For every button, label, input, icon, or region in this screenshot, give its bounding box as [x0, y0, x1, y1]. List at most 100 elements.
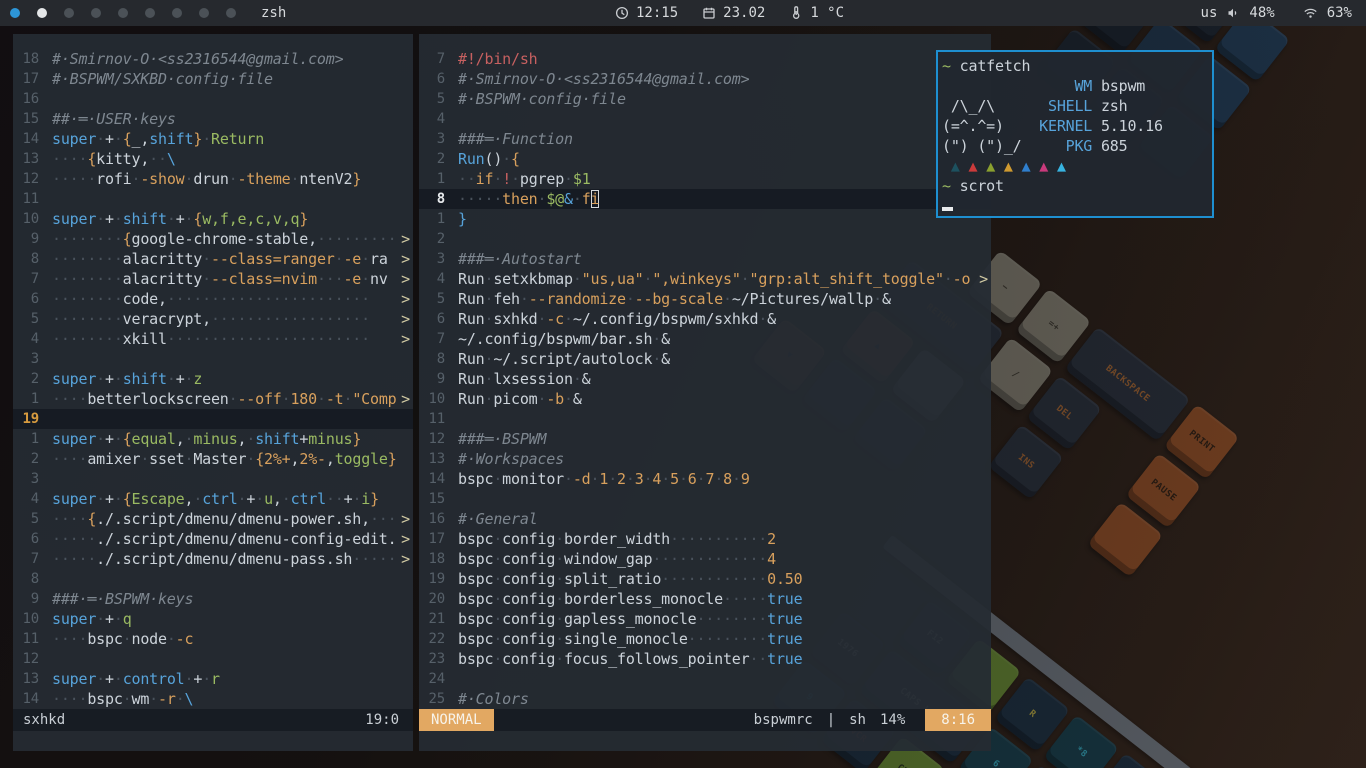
code-line[interactable]: 4Run·setxkbmap·"us,ua"·",winkeys"·"grp:a… — [419, 269, 991, 289]
line-number: 14 — [419, 469, 458, 489]
bar-center-module: 12:15 23.02 1 °C — [615, 0, 844, 26]
code-line[interactable]: 7········alacritty·--class=nvim···-e·nv> — [13, 269, 413, 289]
line-number: 11 — [13, 189, 52, 209]
code-line[interactable]: 15##·═·USER·keys — [13, 109, 413, 129]
code-line[interactable]: 4········xkill·······················> — [13, 329, 413, 349]
code-line[interactable]: 16#·General — [419, 509, 991, 529]
code-line[interactable]: 16 — [13, 89, 413, 109]
workspace-dot-empty[interactable] — [91, 8, 101, 18]
code-line[interactable]: 3 — [13, 469, 413, 489]
line-number: 19 — [419, 569, 458, 589]
code-line[interactable]: 13super·+·control·+·r — [13, 669, 413, 689]
code-line[interactable]: 2super·+·shift·+·z — [13, 369, 413, 389]
code-line[interactable]: 8Run·~/.script/autolock·& — [419, 349, 991, 369]
line-number: 2 — [419, 229, 458, 249]
code-line[interactable]: 20bspc·config·borderless_monocle·····tru… — [419, 589, 991, 609]
code-line-current[interactable]: 19 — [13, 409, 413, 429]
code-line[interactable]: 7·····./.script/dmenu/dmenu-pass.sh·····… — [13, 549, 413, 569]
code-line[interactable]: 10super·+·q — [13, 609, 413, 629]
code-line[interactable]: 17#·BSPWM/SXKBD·config·file — [13, 69, 413, 89]
code-line[interactable]: 10Run·picom·-b·& — [419, 389, 991, 409]
code-line[interactable]: 23bspc·config·focus_follows_pointer··tru… — [419, 649, 991, 669]
code-line[interactable]: 8 — [13, 569, 413, 589]
code-line[interactable]: 5····{./.script/dmenu/dmenu-power.sh,···… — [13, 509, 413, 529]
code-line[interactable]: 1··if·!·pgrep·$1 — [419, 169, 991, 189]
code-line[interactable]: 14super·+·{_,shift}·Return — [13, 129, 413, 149]
workspace-dot-occupied[interactable] — [37, 8, 47, 18]
left-editor-buffer[interactable]: 18#·Smirnov-O·<ss2316544@gmail.com>17#·B… — [13, 34, 413, 709]
code-line[interactable]: 11 — [419, 409, 991, 429]
code-line[interactable]: 10super·+·shift·+·{w,f,e,c,v,q} — [13, 209, 413, 229]
workspace-dot-empty[interactable] — [64, 8, 74, 18]
code-line[interactable]: 11····bspc·node·-c — [13, 629, 413, 649]
code-line[interactable]: 6·····./.script/dmenu/dmenu-config-edit.… — [13, 529, 413, 549]
code-line[interactable]: 4 — [419, 109, 991, 129]
floating-terminal[interactable]: ~ catfetch WM bspwm /\_/\ SHELL zsh(=^.^… — [936, 50, 1214, 218]
code-line[interactable]: 22bspc·config·single_monocle·········tru… — [419, 629, 991, 649]
line-number: 6 — [13, 529, 52, 549]
code-line[interactable]: 14bspc·monitor·-d·1·2·3·4·5·6·7·8·9 — [419, 469, 991, 489]
line-number: 1 — [419, 169, 458, 189]
code-line[interactable]: 5Run·feh·--randomize·--bg-scale·~/Pictur… — [419, 289, 991, 309]
code-line[interactable]: 9Run·lxsession·& — [419, 369, 991, 389]
code-line[interactable]: 7#!/bin/sh — [419, 49, 991, 69]
wifi-level[interactable]: 63% — [1327, 5, 1352, 21]
code-line[interactable]: 24 — [419, 669, 991, 689]
code-line[interactable]: 11 — [13, 189, 413, 209]
code-line[interactable]: 2····amixer·sset·Master·{2%+,2%-,toggle} — [13, 449, 413, 469]
code-line-current[interactable]: 8·····then·$@&·fi — [419, 189, 991, 209]
workspace-dot-empty[interactable] — [226, 8, 236, 18]
code-line[interactable]: 3###═·Autostart — [419, 249, 991, 269]
thermometer-icon — [789, 6, 803, 20]
code-line[interactable]: 18#·Smirnov-O·<ss2316544@gmail.com> — [13, 49, 413, 69]
line-number: 1 — [13, 389, 52, 409]
code-line[interactable]: 5#·BSPWM·config·file — [419, 89, 991, 109]
line-number: 11 — [419, 409, 458, 429]
volume-icon[interactable] — [1226, 6, 1240, 20]
code-line[interactable]: 12 — [13, 649, 413, 669]
keyboard-layout[interactable]: us — [1201, 5, 1218, 21]
code-line[interactable]: 2Run()·{ — [419, 149, 991, 169]
code-line[interactable]: 3###═·Function — [419, 129, 991, 149]
wifi-icon[interactable] — [1303, 6, 1318, 20]
code-line[interactable]: 1} — [419, 209, 991, 229]
code-line[interactable]: 25#·Colors — [419, 689, 991, 709]
code-line[interactable]: 4super·+·{Escape,·ctrl·+·u,·ctrl··+·i} — [13, 489, 413, 509]
code-line[interactable]: 19bspc·config·split_ratio············0.5… — [419, 569, 991, 589]
line-number: 8 — [13, 569, 52, 589]
code-line[interactable]: 17bspc·config·border_width···········2 — [419, 529, 991, 549]
code-line[interactable]: 12###═·BSPWM — [419, 429, 991, 449]
code-line[interactable]: 1····betterlockscreen·--off·180·-t·"Comp… — [13, 389, 413, 409]
code-line[interactable]: 7~/.config/bspwm/bar.sh·& — [419, 329, 991, 349]
code-line[interactable]: 6#·Smirnov-O·<ss2316544@gmail.com> — [419, 69, 991, 89]
workspace-dot-empty[interactable] — [145, 8, 155, 18]
line-number: 15 — [419, 489, 458, 509]
volume-level[interactable]: 48% — [1249, 5, 1274, 21]
code-line[interactable]: 5········veracrypt,··················> — [13, 309, 413, 329]
line-number: 12 — [419, 429, 458, 449]
code-line[interactable]: 9###·═·BSPWM·keys — [13, 589, 413, 609]
code-line[interactable]: 21bspc·config·gapless_monocle········tru… — [419, 609, 991, 629]
workspace-dot-empty[interactable] — [199, 8, 209, 18]
line-number: 5 — [419, 89, 458, 109]
code-line[interactable]: 6Run·sxhkd·-c·~/.config/bspwm/sxhkd·& — [419, 309, 991, 329]
code-line[interactable]: 6········code,·······················> — [13, 289, 413, 309]
calendar-icon — [702, 6, 716, 20]
workspace-dot-focused[interactable] — [10, 8, 20, 18]
code-line[interactable]: 12·····rofi·-show·drun·-theme·ntenV2} — [13, 169, 413, 189]
code-line[interactable]: 15 — [419, 489, 991, 509]
code-line[interactable]: 18bspc·config·window_gap·············4 — [419, 549, 991, 569]
code-line[interactable]: 2 — [419, 229, 991, 249]
code-line[interactable]: 14····bspc·wm·-r·\ — [13, 689, 413, 709]
terminal-line: ~ catfetch — [942, 56, 1212, 76]
code-line[interactable]: 9········{google-chrome-stable,·········… — [13, 229, 413, 249]
workspace-dot-empty[interactable] — [118, 8, 128, 18]
code-line[interactable]: 1super·+·{equal,·minus,·shift+minus} — [13, 429, 413, 449]
code-line[interactable]: 13····{kitty,··\ — [13, 149, 413, 169]
code-line[interactable]: 8········alacritty·--class=ranger·-e·ra> — [13, 249, 413, 269]
workspace-dot-empty[interactable] — [172, 8, 182, 18]
right-editor-buffer[interactable]: 7#!/bin/sh6#·Smirnov-O·<ss2316544@gmail.… — [419, 34, 991, 709]
code-line[interactable]: 13#·Workspaces — [419, 449, 991, 469]
line-number: 15 — [13, 109, 52, 129]
code-line[interactable]: 3 — [13, 349, 413, 369]
